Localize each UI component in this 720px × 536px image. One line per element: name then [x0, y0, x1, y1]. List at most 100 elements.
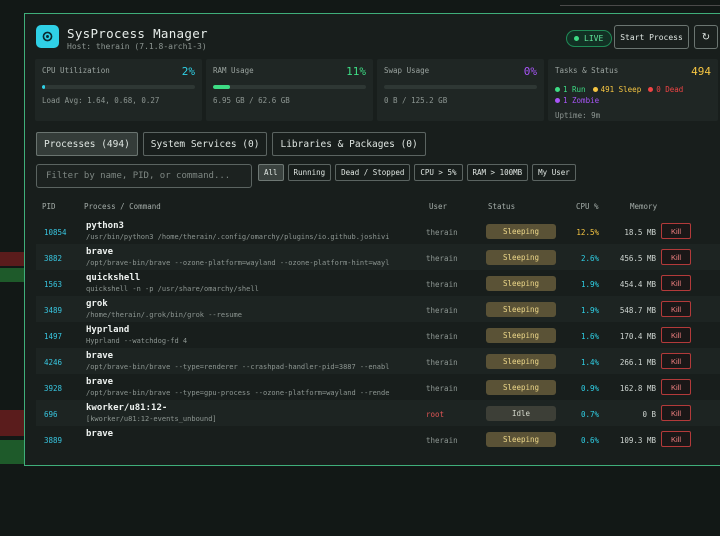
status-badge: Sleeping — [486, 302, 556, 317]
col-memory[interactable]: Memory — [630, 202, 657, 211]
refresh-button[interactable]: ↻ — [694, 25, 718, 49]
process-command: /usr/bin/python3 /home/therain/.config/o… — [86, 233, 390, 241]
tab-processes[interactable]: Processes (494) — [36, 132, 138, 156]
kill-button[interactable]: Kill — [661, 301, 691, 317]
cpu-bar — [42, 85, 195, 89]
process-name: quickshell — [86, 273, 141, 283]
filter-cpu-over-5[interactable]: CPU > 5% — [414, 164, 463, 181]
start-process-button[interactable]: Start Process — [614, 25, 689, 49]
process-name: brave — [86, 247, 114, 257]
swap-usage-detail: 0 B / 125.2 GB — [384, 96, 448, 105]
pid-cell: 696 — [44, 410, 58, 419]
tasks-card: Tasks & Status 494 1 Run 491 Sleep 0 Dea… — [548, 59, 718, 121]
swap-bar — [384, 85, 537, 89]
zombie-dot-icon — [555, 98, 560, 103]
ram-bar — [213, 85, 366, 89]
sleep-count: 491 Sleep — [592, 85, 641, 94]
cpu-cell: 1.6% — [580, 332, 599, 341]
background-strip — [0, 410, 26, 436]
pid-cell: 3882 — [44, 254, 63, 263]
background-strip — [0, 440, 26, 464]
status-badge: Idle — [486, 406, 556, 421]
table-row[interactable]: 1563 quickshell quickshell -n -p /usr/shar… — [36, 270, 720, 296]
dead-dot-icon — [648, 87, 654, 92]
filter-all[interactable]: All — [258, 164, 284, 181]
user-cell: therain — [426, 332, 458, 341]
table-row[interactable]: 3489 grok/home/therain/.grok/bin/grok --r… — [36, 296, 720, 322]
ram-card: RAM Usage 11% 6.95 GB / 62.6 GB — [206, 59, 373, 121]
background-strip — [0, 268, 26, 282]
process-name: kworker/u81:12- — [86, 403, 168, 413]
process-table: PID Process / Command User Status CPU % … — [36, 198, 720, 465]
table-row[interactable]: 3928 brave/opt/brave-bin/brave --type=gpu… — [36, 374, 720, 400]
kill-button[interactable]: Kill — [661, 405, 691, 421]
memory-cell: 109.3 MB — [619, 436, 656, 445]
sleep-dot-icon — [592, 87, 598, 92]
pid-cell: 3489 — [44, 306, 63, 315]
stats-panel: CPU Utilization 2% Load Avg: 1.64, 0.68,… — [35, 59, 720, 121]
memory-cell: 548.7 MB — [619, 306, 656, 315]
process-name: python3 — [86, 221, 124, 231]
status-badge: Sleeping — [486, 354, 556, 369]
filter-chips: All Running Dead / Stopped CPU > 5% RAM … — [258, 164, 576, 181]
table-row[interactable]: 4246 brave/opt/brave-bin/brave --type=ren… — [36, 348, 720, 374]
process-name: brave — [86, 351, 114, 361]
table-row[interactable]: 10854 python3/usr/bin/python3 /home/thera… — [36, 218, 720, 244]
status-badge: Sleeping — [486, 432, 556, 447]
ram-usage-detail: 6.95 GB / 62.6 GB — [213, 96, 290, 105]
kill-button[interactable]: Kill — [661, 431, 691, 447]
swap-card: Swap Usage 0% 0 B / 125.2 GB — [377, 59, 544, 121]
ram-bar-fill — [213, 85, 230, 89]
status-badge: Sleeping — [486, 276, 556, 291]
run-dot-icon — [555, 87, 560, 92]
kill-button[interactable]: Kill — [661, 223, 691, 239]
process-name: brave — [86, 429, 114, 439]
col-status[interactable]: Status — [488, 202, 515, 211]
process-command: /home/therain/.grok/bin/grok --resume — [86, 311, 242, 319]
user-cell: therain — [426, 228, 458, 237]
col-pid[interactable]: PID — [42, 202, 56, 211]
tab-libraries-packages[interactable]: Libraries & Packages (0) — [272, 132, 426, 156]
cpu-cell: 0.6% — [580, 436, 599, 445]
zombie-count-text: 1 Zombie — [563, 96, 600, 105]
process-name: Hyprland — [86, 325, 130, 335]
swap-value: 0% — [523, 65, 537, 78]
process-name: brave — [86, 377, 114, 387]
table-row[interactable]: 3882 brave/opt/brave-bin/brave --ozone-pl… — [36, 244, 720, 270]
memory-cell: 454.4 MB — [619, 280, 656, 289]
filter-ram-over-100mb[interactable]: RAM > 100MB — [466, 164, 529, 181]
user-cell: therain — [426, 436, 458, 445]
cpu-label: CPU Utilization — [42, 66, 110, 75]
table-row[interactable]: 1497 Hyprland Hyprland --watchdog-fd 4 ther… — [36, 322, 720, 348]
memory-cell: 170.4 MB — [619, 332, 656, 341]
memory-cell: 0 B — [642, 410, 656, 419]
cpu-cell: 12.5% — [576, 228, 599, 237]
table-row[interactable]: 696 kworker/u81:12- [kworker/u81:12-events… — [36, 400, 720, 426]
live-label: LIVE — [584, 34, 604, 43]
user-cell: root — [426, 410, 445, 419]
filter-dead-stopped[interactable]: Dead / Stopped — [335, 164, 411, 181]
run-count: 1 Run — [555, 85, 586, 94]
filter-running[interactable]: Running — [287, 164, 332, 181]
status-badge: Sleeping — [486, 224, 556, 239]
cpu-cell: 1.9% — [580, 280, 599, 289]
table-row[interactable]: 3889 brave therain Sleeping 0.6% 109.3 MB Kill — [36, 426, 720, 452]
filter-my-user[interactable]: My User — [532, 164, 576, 181]
search-input[interactable]: Filter by name, PID, or command... — [36, 164, 252, 188]
kill-button[interactable]: Kill — [661, 353, 691, 369]
background-strip — [0, 252, 26, 266]
kill-button[interactable]: Kill — [661, 327, 691, 343]
process-manager-window: SysProcess Manager Host: therain (7.1.8-… — [24, 13, 720, 466]
cpu-cell: 0.9% — [580, 384, 599, 393]
kill-button[interactable]: Kill — [661, 249, 691, 265]
memory-cell: 18.5 MB — [624, 228, 656, 237]
kill-button[interactable]: Kill — [661, 275, 691, 291]
col-user[interactable]: User — [429, 202, 447, 211]
col-cpu[interactable]: CPU % — [576, 202, 599, 211]
process-command: quickshell -n -p /usr/share/omarchy/shel… — [86, 285, 259, 293]
live-badge: LIVE — [566, 30, 613, 47]
col-process[interactable]: Process / Command — [84, 202, 161, 211]
memory-cell: 266.1 MB — [619, 358, 656, 367]
tab-system-services[interactable]: System Services (0) — [142, 132, 268, 156]
kill-button[interactable]: Kill — [661, 379, 691, 395]
